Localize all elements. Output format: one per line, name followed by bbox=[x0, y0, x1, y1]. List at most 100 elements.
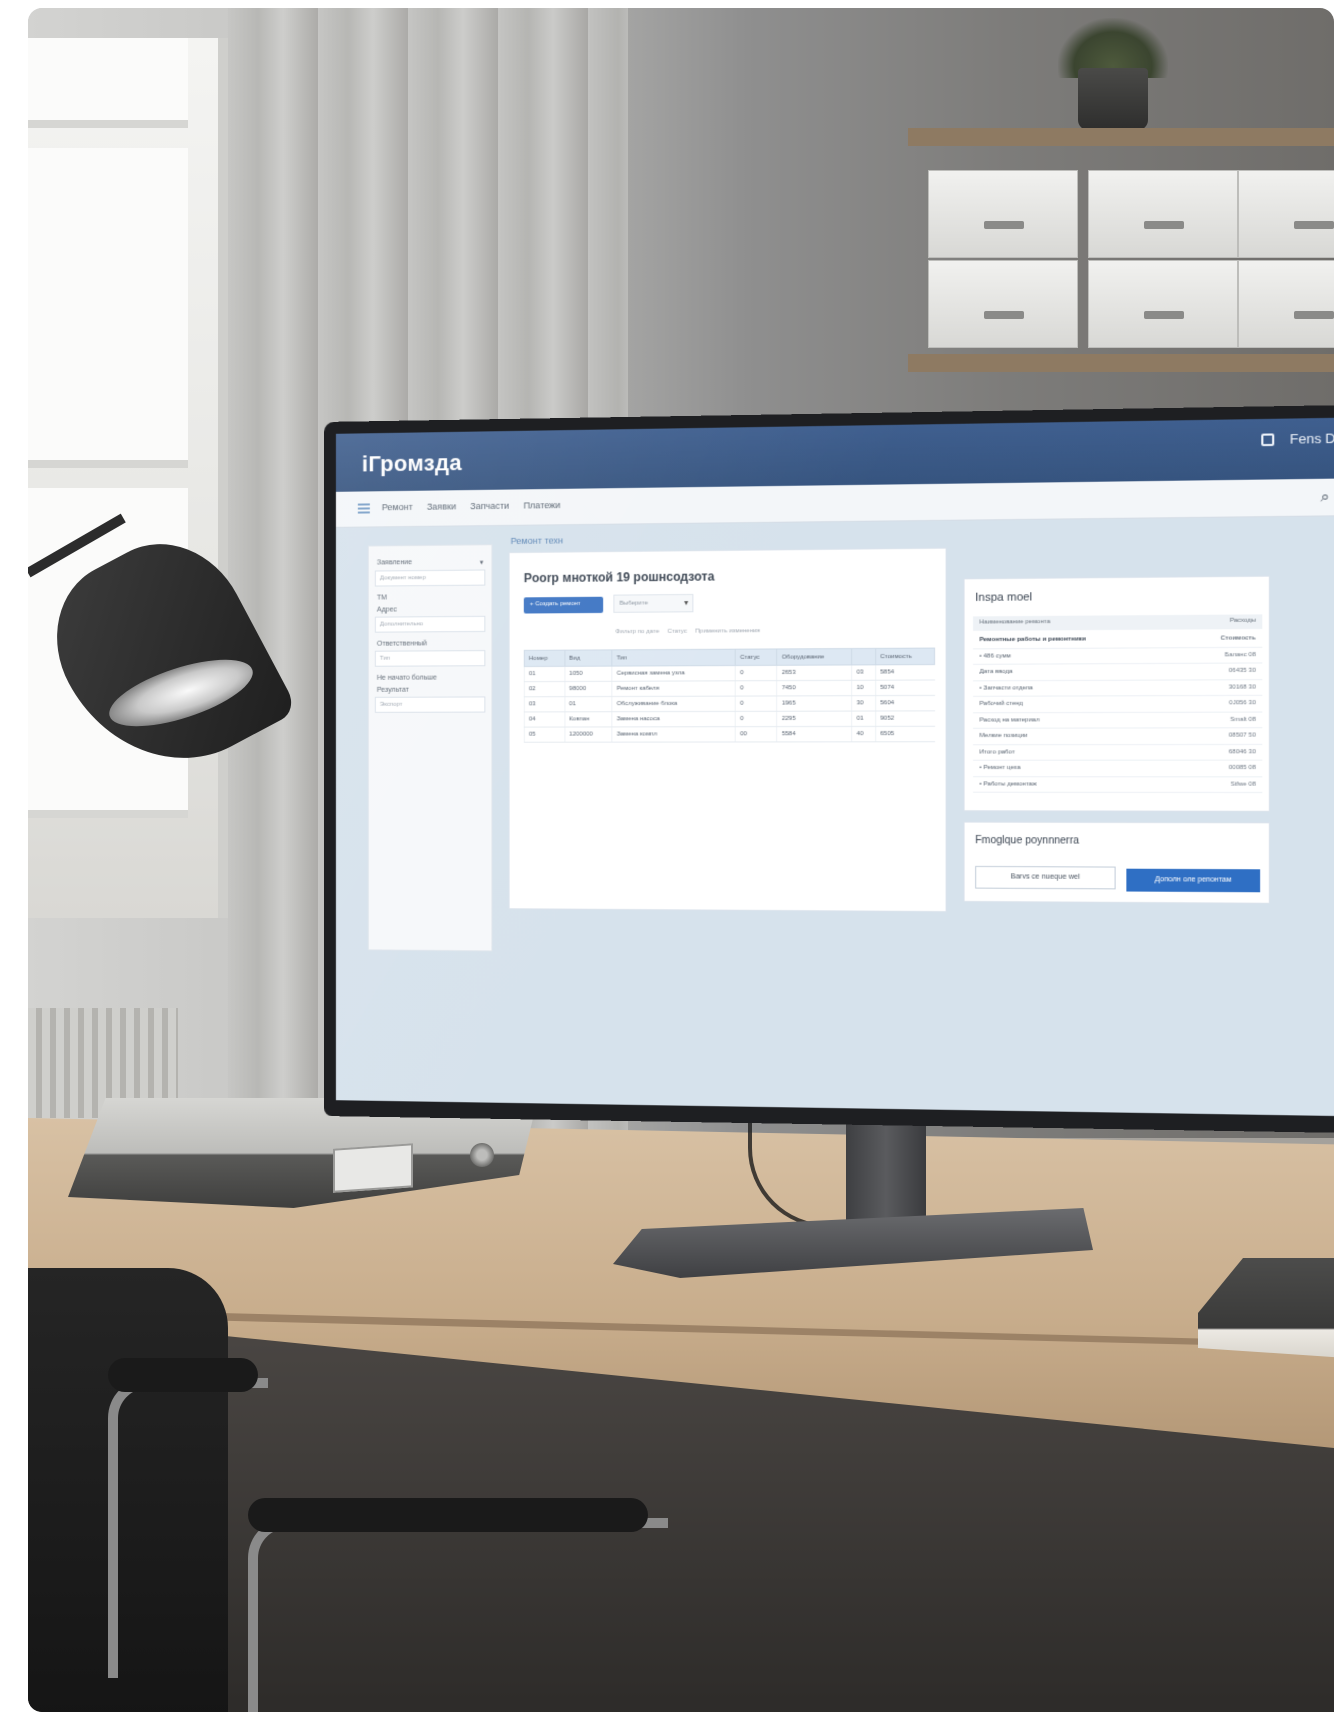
tab-repairs[interactable]: Ремонт bbox=[382, 502, 413, 512]
list-item-value: Стоимость bbox=[1220, 635, 1256, 643]
column-header[interactable]: Номер bbox=[524, 650, 565, 667]
table-row[interactable]: 04 Ковпан Замена насоса 0 2295 01 9052 bbox=[524, 710, 935, 728]
list-item-value: 06435 30 bbox=[1228, 667, 1256, 675]
table-row[interactable]: 03 01 Обслуживание блока 0 1965 30 5604 bbox=[524, 695, 935, 712]
user-name[interactable]: Fens Damoed bbox=[1290, 430, 1334, 447]
sidebar-label: Результат bbox=[376, 686, 409, 694]
summary-head-cost: Расходы bbox=[1229, 617, 1256, 624]
filter-sidebar: Заявление ▾ Документ номер ТМ Адрес Допол… bbox=[367, 544, 493, 952]
list-item[interactable]: • Запчасти отдела 30168 30 bbox=[973, 679, 1263, 697]
table-cell: 6505 bbox=[875, 726, 935, 742]
list-item[interactable]: Рабочий стенд 0J056 30 bbox=[973, 695, 1263, 713]
sidebar-input[interactable]: Дополнительно bbox=[374, 615, 486, 633]
binder-ring bbox=[470, 1143, 494, 1167]
list-item-value: 08507 50 bbox=[1228, 732, 1256, 740]
list-item[interactable]: Итого работ 68046 30 bbox=[973, 744, 1263, 761]
table-cell: 30 bbox=[851, 695, 876, 712]
column-header[interactable]: Вид bbox=[564, 649, 612, 667]
list-item[interactable]: Дата ввода 06435 30 bbox=[973, 663, 1263, 681]
table-cell: 5604 bbox=[875, 695, 935, 712]
tab-requests[interactable]: Заявки bbox=[427, 501, 456, 511]
summary-head-name: Наименование ремонта bbox=[979, 618, 1051, 626]
filters-row: Фильтр по дате Статус Применить изменени… bbox=[615, 628, 760, 635]
breadcrumb[interactable]: Ремонт техн bbox=[511, 535, 563, 546]
table-cell: 5854 bbox=[875, 664, 935, 681]
table-cell: 9052 bbox=[875, 710, 935, 727]
summary-title: Inspa moel bbox=[975, 591, 1033, 605]
table-cell: 01 bbox=[851, 711, 876, 727]
column-header[interactable]: Статус bbox=[735, 648, 778, 666]
summary-header: Наименование ремонта Расходы bbox=[973, 614, 1263, 631]
sidebar-input[interactable]: Документ номер bbox=[374, 569, 486, 587]
table-row[interactable]: 01 1050 Сервисная замена узла 0 2653 03 5854 bbox=[524, 664, 935, 682]
sidebar-label: Заявление ▾ bbox=[376, 558, 484, 567]
column-header[interactable]: Тип bbox=[611, 649, 736, 667]
shelf-board bbox=[908, 354, 1334, 372]
table-cell: Замена компл bbox=[611, 726, 736, 743]
list-item-value: 00085 08 bbox=[1228, 765, 1256, 772]
monitor-screen: iГромзда Fens Damoed Ремонт Заявки Запча… bbox=[335, 416, 1334, 1118]
table-cell: 02 bbox=[524, 681, 565, 697]
summary-panel: Inspa moel Наименование ремонта Расходы … bbox=[963, 575, 1270, 812]
action-panel: Fmoglque poynnnerra Barvs ce nueque wel … bbox=[963, 821, 1270, 904]
table-cell: 01 bbox=[524, 666, 565, 682]
table-cell: 5074 bbox=[875, 679, 935, 696]
storage-box bbox=[1088, 170, 1238, 258]
app-logo[interactable]: iГромзда bbox=[362, 450, 462, 478]
type-select[interactable]: Выберите bbox=[613, 593, 694, 613]
list-item[interactable]: • Работы демонтаж Stfwe 08 bbox=[973, 776, 1263, 794]
filter-date[interactable]: Фильтр по дате bbox=[615, 629, 659, 635]
summary-list: Ремонтные работы и ремонтники Стоимость • … bbox=[973, 631, 1263, 794]
table-cell: 40 bbox=[851, 726, 876, 742]
tab-parts[interactable]: Запчасти bbox=[470, 501, 509, 512]
list-item[interactable]: • Ремонт цеха 00085 08 bbox=[973, 760, 1263, 777]
table-cell: 2653 bbox=[777, 664, 852, 681]
column-header[interactable]: Оборудование bbox=[777, 648, 852, 666]
filter-apply[interactable]: Применить изменения bbox=[695, 628, 760, 635]
table-row[interactable]: 02 98000 Ремонт кабеля 0 7450 10 5074 bbox=[524, 679, 935, 697]
create-repair-button[interactable]: + Создать ремонт bbox=[523, 596, 604, 614]
table-cell: 04 bbox=[524, 711, 565, 728]
tab-payments[interactable]: Платежи bbox=[523, 500, 560, 511]
secondary-action-button[interactable]: Barvs ce nueque wel bbox=[975, 865, 1116, 890]
list-item[interactable]: Ремонтные работы и ремонтники Стоимость bbox=[973, 631, 1263, 649]
storage-box bbox=[928, 260, 1078, 348]
table-cell: 7450 bbox=[777, 680, 852, 696]
chair-armrest bbox=[248, 1518, 668, 1712]
table-cell: Ремонт кабеля bbox=[611, 680, 736, 697]
list-item[interactable]: Расход на материал Smalt 08 bbox=[973, 712, 1263, 729]
list-item[interactable]: • 486 сумм Баланс 08 bbox=[973, 647, 1263, 665]
list-item-label: Расход на материал bbox=[979, 717, 1040, 724]
column-header[interactable]: Стоимость bbox=[875, 648, 935, 665]
binder-label bbox=[333, 1143, 413, 1193]
hamburger-menu-icon[interactable] bbox=[357, 503, 370, 514]
table-cell: 0 bbox=[735, 695, 778, 712]
chevron-down-icon[interactable]: ▾ bbox=[480, 558, 484, 566]
storage-box bbox=[1238, 170, 1334, 258]
user-area[interactable]: Fens Damoed bbox=[1261, 430, 1334, 447]
list-item-label: • 486 сумм bbox=[979, 653, 1011, 660]
list-item-label: Дата ввода bbox=[979, 669, 1013, 676]
filter-status[interactable]: Статус bbox=[667, 629, 687, 635]
table-cell: 1050 bbox=[564, 666, 612, 682]
chair-armrest bbox=[108, 1378, 268, 1678]
sidebar-input[interactable]: Экспорт bbox=[374, 696, 486, 713]
table-cell: 03 bbox=[851, 664, 876, 681]
table-cell: 1200000 bbox=[564, 726, 612, 743]
sidebar-input[interactable]: Тип bbox=[374, 650, 486, 667]
search-icon[interactable]: ⌕ bbox=[1321, 488, 1330, 507]
repairs-table: Номер Вид Тип Статус Оборудование Стоимо… bbox=[524, 648, 935, 743]
list-item-label: Мелкие позиции bbox=[979, 733, 1028, 740]
table-row[interactable]: 05 1200000 Замена компл 00 5584 40 6505 bbox=[524, 726, 935, 743]
storage-box bbox=[1088, 260, 1238, 348]
list-item-value: Баланс 08 bbox=[1224, 651, 1256, 659]
notification-icon[interactable] bbox=[1261, 432, 1275, 446]
window-pane bbox=[28, 148, 188, 468]
office-photo: iГромзда Fens Damoed Ремонт Заявки Запча… bbox=[28, 8, 1334, 1712]
table-cell: Сервисная замена узла bbox=[611, 665, 736, 682]
table-cell: 5584 bbox=[777, 726, 852, 742]
chair-armrest-pad bbox=[248, 1498, 648, 1532]
list-item[interactable]: Мелкие позиции 08507 50 bbox=[973, 728, 1263, 745]
primary-action-button[interactable]: Дополн оле репонтам bbox=[1126, 868, 1261, 893]
column-header[interactable] bbox=[851, 648, 876, 665]
